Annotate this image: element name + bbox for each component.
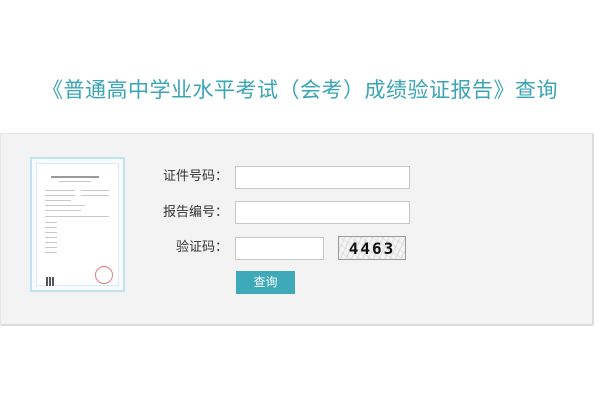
id-number-input[interactable]	[235, 166, 410, 189]
qr-code-icon	[46, 277, 55, 286]
certificate-sample-image	[30, 157, 125, 292]
id-number-label: 证件号码：	[162, 169, 228, 184]
report-number-label: 报告编号：	[162, 205, 228, 220]
captcha-text: 4463	[348, 239, 396, 258]
seal-icon	[95, 266, 113, 284]
report-number-input[interactable]	[235, 201, 410, 224]
captcha-image[interactable]: 4463	[338, 236, 406, 260]
captcha-input[interactable]	[235, 237, 324, 260]
page-title: 《普通高中学业水平考试（会考）成绩验证报告》查询	[42, 78, 558, 102]
captcha-label: 验证码：	[175, 240, 228, 255]
query-button[interactable]: 查询	[236, 271, 295, 294]
